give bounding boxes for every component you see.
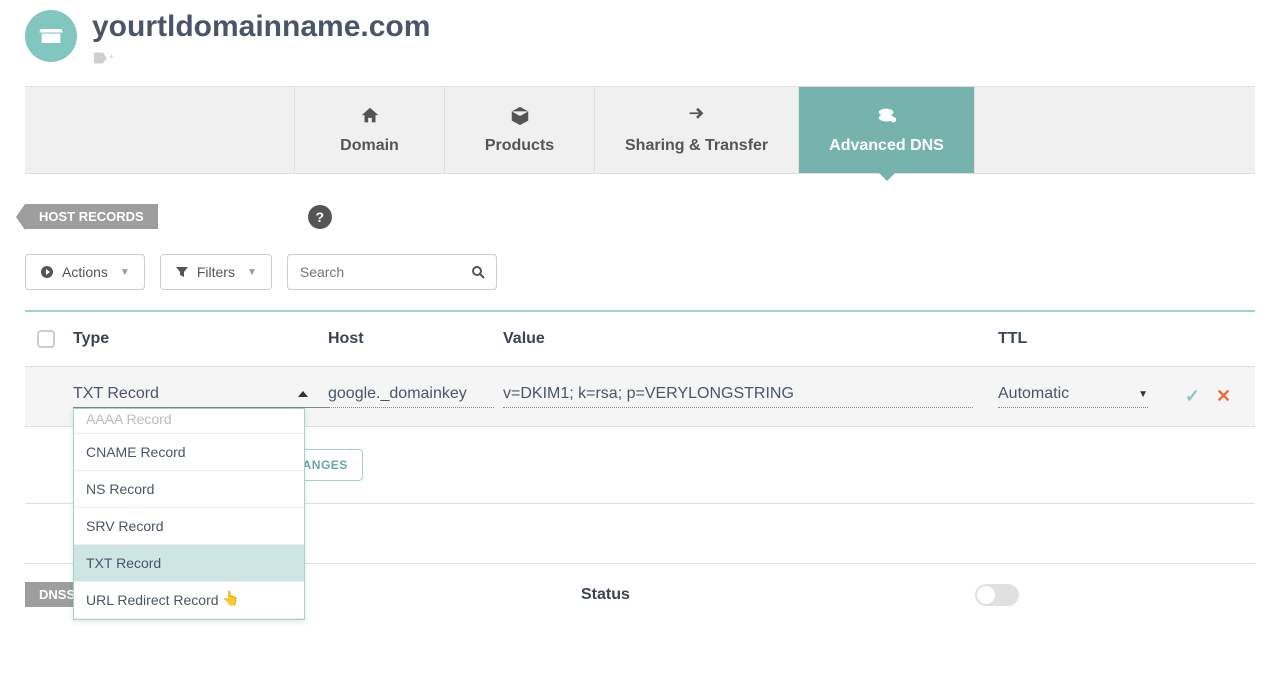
dropdown-item-ns[interactable]: NS Record (74, 471, 304, 508)
home-icon (359, 105, 381, 127)
dropdown-item-srv[interactable]: SRV Record (74, 508, 304, 545)
table-row: TXT Record AAAA Record CNAME Record NS R… (25, 367, 1255, 426)
server-icon (876, 105, 898, 127)
caret-down-icon: ▼ (247, 267, 257, 278)
ttl-cell-wrapper: Automatic ▼ (998, 385, 1158, 408)
caret-down-icon: ▼ (1138, 389, 1148, 400)
host-value: google._domainkey (328, 385, 494, 408)
type-cell: TXT Record AAAA Record CNAME Record NS R… (73, 385, 328, 408)
cursor-icon: 👆 (222, 590, 239, 607)
column-ttl: TTL (998, 330, 1158, 348)
dropdown-item-txt[interactable]: TXT Record 👆 (74, 545, 304, 582)
tab-label: Sharing & Transfer (625, 137, 768, 155)
type-value: TXT Record (73, 385, 159, 403)
ttl-select[interactable]: Automatic ▼ (998, 385, 1148, 408)
funnel-icon (175, 265, 189, 279)
tab-domain[interactable]: Domain (295, 87, 445, 173)
dnssec-tag: DNSS (25, 582, 75, 607)
confirm-icon[interactable]: ✓ (1185, 386, 1200, 407)
type-select[interactable]: TXT Record (73, 385, 328, 408)
column-host: Host (328, 330, 503, 348)
tab-sharing-transfer[interactable]: Sharing & Transfer (595, 87, 799, 173)
transfer-icon (686, 105, 708, 127)
tab-label: Advanced DNS (829, 137, 944, 155)
tab-advanced-dns[interactable]: Advanced DNS (799, 87, 975, 173)
page-header: yourtldomainname.com + (25, 10, 1255, 66)
actions-button[interactable]: Actions ▼ (25, 254, 145, 290)
tabs-spacer (25, 87, 295, 173)
play-circle-icon (40, 265, 54, 279)
column-value: Value (503, 330, 998, 348)
toolbar: Actions ▼ Filters ▼ (25, 254, 1255, 290)
tag-add-icon[interactable]: + (92, 50, 114, 66)
dropdown-item-aaaa[interactable]: AAAA Record (74, 409, 304, 434)
type-dropdown: AAAA Record CNAME Record NS Record SRV R… (73, 408, 305, 620)
filters-button[interactable]: Filters ▼ (160, 254, 272, 290)
table-header: Type Host Value TTL (25, 312, 1255, 367)
search-input[interactable] (287, 254, 497, 290)
ttl-value: Automatic (998, 385, 1069, 403)
dropdown-item-cname[interactable]: CNAME Record (74, 434, 304, 471)
select-all-cell (25, 330, 73, 348)
caret-down-icon: ▼ (120, 267, 130, 278)
records-table: Type Host Value TTL TXT Record AAAA Reco… (25, 312, 1255, 625)
row-actions: ✓ ✕ (1158, 386, 1258, 407)
dropdown-item-url-redirect[interactable]: URL Redirect Record (74, 582, 304, 619)
host-records-tag: HOST RECORDS (25, 204, 158, 229)
search-box (287, 254, 497, 290)
tab-label: Products (485, 137, 554, 155)
actions-label: Actions (62, 264, 108, 280)
cancel-icon[interactable]: ✕ (1216, 386, 1231, 407)
status-label: Status (581, 586, 630, 604)
search-icon[interactable] (471, 265, 485, 279)
tab-label: Domain (340, 137, 399, 155)
box-icon (509, 105, 531, 127)
triangle-up-icon (298, 391, 308, 397)
column-type: Type (73, 330, 328, 348)
domain-store-icon (25, 10, 77, 62)
section-header-row: HOST RECORDS ? (25, 204, 1255, 229)
select-all-checkbox[interactable] (37, 330, 55, 348)
tabs-bar: Domain Products Sharing & Transfer Advan… (25, 86, 1255, 174)
tab-products[interactable]: Products (445, 87, 595, 173)
help-icon[interactable]: ? (308, 205, 332, 229)
dnssec-toggle[interactable] (975, 584, 1019, 606)
filters-label: Filters (197, 264, 235, 280)
value-cell[interactable]: v=DKIM1; k=rsa; p=VERYLONGSTRING (503, 385, 998, 408)
svg-text:+: + (109, 52, 114, 62)
domain-title-group: yourtldomainname.com + (92, 10, 430, 66)
domain-name-title: yourtldomainname.com (92, 10, 430, 44)
value-text: v=DKIM1; k=rsa; p=VERYLONGSTRING (503, 385, 973, 408)
host-cell[interactable]: google._domainkey (328, 385, 503, 408)
